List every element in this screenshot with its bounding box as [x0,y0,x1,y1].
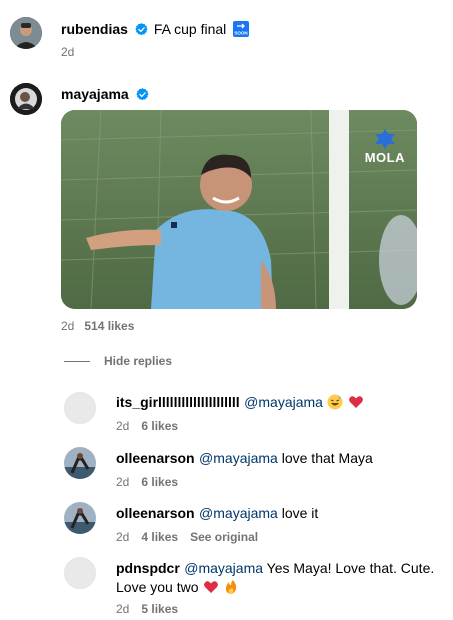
hide-replies-button[interactable]: Hide replies [64,354,172,368]
reply-body: olleenarson @mayajama love that Maya [116,450,436,468]
reply-time: 2d [116,475,130,489]
reply-mention[interactable]: @mayajama [244,394,323,410]
default-avatar-icon [65,558,95,588]
comment-author-avatar[interactable] [10,83,42,115]
gif-watermark: MOLA [365,128,405,165]
person-photo-icon [64,502,96,534]
post-author-avatar[interactable] [10,17,42,49]
reply-text: love it [277,505,319,521]
post-time: 2d [61,45,75,59]
grinning-sweat-emoji [327,394,343,415]
hide-replies-divider [64,360,90,362]
comment-gif[interactable]: MOLA [61,110,417,309]
person-photo-icon [10,83,42,115]
reply-likes[interactable]: 6 likes [141,475,178,489]
reply-likes[interactable]: 6 likes [141,419,178,433]
person-photo-icon [10,17,42,49]
reply-mention[interactable]: @mayajama [199,450,278,466]
reply-time: 2d [116,419,130,433]
reply-username[interactable]: its_girlllllllllllllllllllll [116,394,240,410]
verified-badge-icon [136,88,149,101]
default-avatar-icon [65,393,95,423]
reply-avatar[interactable] [64,392,96,424]
post-caption: FA cup final [153,21,227,37]
reply-likes[interactable]: 4 likes [141,530,178,544]
comment-likes[interactable]: 514 likes [84,319,134,333]
reply-username[interactable]: olleenarson [116,450,195,466]
reply-text: Yes Maya! Love that. Cute. [263,560,435,576]
reply-likes[interactable]: 5 likes [141,602,178,616]
reply-time: 2d [116,530,130,544]
reply-meta: 2d 5 likes [116,602,178,616]
reply-body: its_girlllllllllllllllllllll @mayajama [116,394,436,415]
post-author-username[interactable]: rubendias [61,21,128,37]
soon-arrow-icon: SOON [233,21,250,37]
reply-time: 2d [116,602,130,616]
red-heart-emoji [348,394,364,415]
person-photo-icon [64,447,96,479]
reply-avatar[interactable] [64,447,96,479]
reply-body: olleenarson @mayajama love it [116,505,436,523]
reply-body: pdnspdcr @mayajama Yes Maya! Love that. … [116,559,436,600]
reply-avatar[interactable] [64,502,96,534]
reply-meta: 2d 6 likes [116,475,178,489]
gif-watermark-text: MOLA [364,150,405,165]
football-celebration-image [61,110,417,309]
post-caption-row: rubendias FA cup final SOON [61,21,250,37]
svg-text:SOON: SOON [235,31,248,36]
reply-mention[interactable]: @mayajama [199,505,278,521]
reply-mention[interactable]: @mayajama [184,560,263,576]
fire-emoji [223,579,239,600]
reply-text: love that Maya [277,450,373,466]
reply-username[interactable]: olleenarson [116,505,195,521]
see-original-button[interactable]: See original [190,530,258,544]
mola-logo-icon [374,129,395,149]
reply-meta: 2d 6 likes [116,419,178,433]
reply-username[interactable]: pdnspdcr [116,560,180,576]
verified-badge-icon [135,23,148,36]
reply-meta: 2d 4 likes See original [116,530,258,544]
hide-replies-label: Hide replies [104,354,173,368]
comment-time: 2d [61,319,75,333]
red-heart-emoji [203,579,219,600]
comment-header: mayajama [61,86,149,102]
reply-text-line2: Love you two [116,579,199,595]
comment-meta: 2d 514 likes [61,319,134,333]
comment-author-username[interactable]: mayajama [61,86,129,102]
reply-avatar[interactable] [64,557,96,589]
